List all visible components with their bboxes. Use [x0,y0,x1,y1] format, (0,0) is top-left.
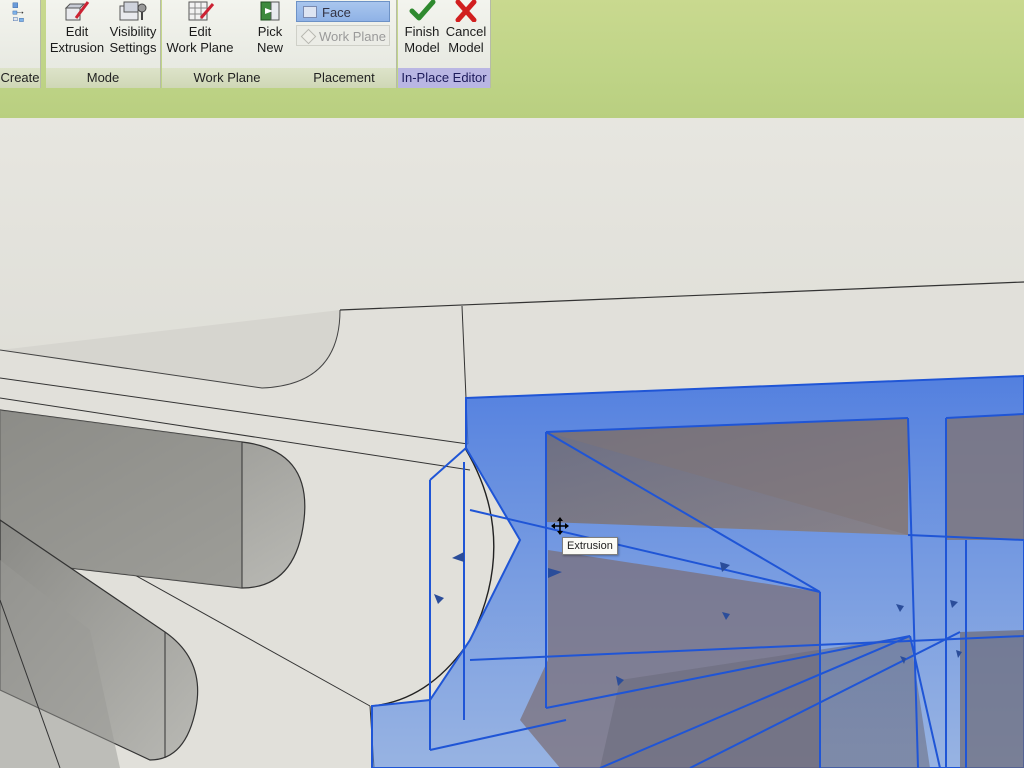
placement-face-option[interactable]: Face [296,1,390,22]
placement-work-plane-option[interactable]: Work Plane [296,25,390,46]
panel-mode: Edit Extrusion Visibility Settings Mode [46,0,161,88]
model-viewport[interactable] [0,118,1024,768]
finish-check-icon [409,0,436,21]
finish-model-label: Finish Model [404,24,440,55]
panel-title-mode: Mode [46,68,160,88]
pick-new-button[interactable]: Pick New [250,0,290,56]
edit-extrusion-label: Edit Extrusion [49,24,105,55]
pick-new-label: Pick New [256,24,283,55]
pick-new-icon [260,1,280,21]
placement-work-plane-label: Work Plane [319,29,386,44]
create-tools-icon [12,2,24,22]
visibility-settings-label: Visibility Settings [109,24,157,55]
create-tools-button[interactable] [0,2,38,26]
work-plane-option-icon [300,28,317,45]
panel-title-in-place-editor: In-Place Editor [398,68,490,88]
edit-work-plane-button[interactable]: Edit Work Plane [164,0,236,56]
panel-title-placement: Placement [292,68,396,88]
face-icon [303,6,317,18]
cancel-x-icon [455,0,477,22]
panel-title-work-plane: Work Plane [162,68,292,88]
panel-create: Create [0,0,41,88]
edit-work-plane-icon [188,1,215,21]
visibility-settings-icon [119,1,147,21]
panel-in-place-editor: Finish Model Cancel Model In-Place Edito… [398,0,491,88]
finish-model-button[interactable]: Finish Model [400,0,444,56]
edit-extrusion-button[interactable]: Edit Extrusion [48,0,106,56]
panel-work-plane: Edit Work Plane Pick New Work Plane [162,0,293,88]
placement-face-label: Face [322,5,351,20]
cancel-model-label: Cancel Model [445,24,487,55]
edit-work-plane-label: Edit Work Plane [166,24,234,55]
drawing-canvas[interactable] [0,118,1024,768]
edit-extrusion-icon [64,1,90,21]
visibility-settings-button[interactable]: Visibility Settings [104,0,162,56]
cancel-model-button[interactable]: Cancel Model [444,0,488,56]
extrusion-tooltip: Extrusion [562,537,618,555]
ribbon: Create Edit Extrusion Visibility Setting… [0,0,1024,118]
panel-title-create: Create [0,68,40,88]
